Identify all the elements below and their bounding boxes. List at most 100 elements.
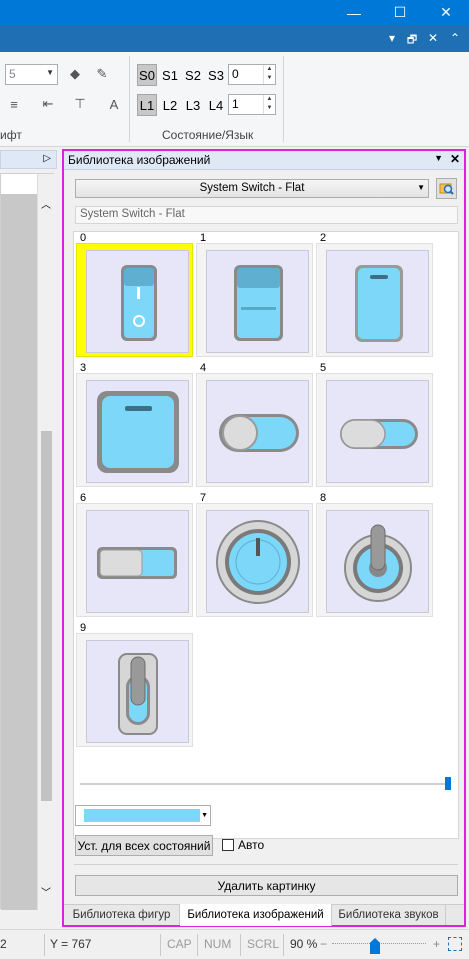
canvas-area: ▷ ︿ ﹀ xyxy=(0,148,57,928)
image-item-5[interactable]: 5 xyxy=(316,362,433,487)
num-lock-indicator: NUM xyxy=(204,937,232,951)
ribbon: 5 ▼ ◆ ✎ ≡ ⇤ ⊤ A ифт S0 S1 S2 S3 0 ▲ ▼ L1 … xyxy=(0,52,469,147)
minimize-button[interactable]: — xyxy=(331,0,377,25)
image-item-0[interactable]: 0 xyxy=(76,232,193,357)
restore-document-button[interactable]: 🗗 xyxy=(404,31,420,50)
lang-l1-button[interactable]: L1 xyxy=(137,94,157,116)
color-swatch xyxy=(84,809,200,822)
scroll-lock-indicator: SCRL xyxy=(247,937,280,951)
font-group-label: ифт xyxy=(0,128,22,142)
divider xyxy=(74,864,458,865)
image-set-name-field[interactable]: System Switch - Flat xyxy=(75,206,458,224)
zoom-slider-thumb[interactable] xyxy=(370,938,380,954)
image-set-value: System Switch - Flat xyxy=(199,182,305,194)
collapse-ribbon-button[interactable]: ⌃ xyxy=(447,31,463,45)
rocker-switch-dot-image xyxy=(86,250,189,353)
zoom-out-button[interactable]: − xyxy=(320,937,327,951)
lang-l2-button[interactable]: L2 xyxy=(160,94,180,116)
chevron-down-icon: ▼ xyxy=(417,183,425,192)
image-item-2[interactable]: 2 xyxy=(316,232,433,357)
lang-l3-button[interactable]: L3 xyxy=(183,94,203,116)
tab-sounds-library[interactable]: Библиотека звуков xyxy=(332,905,446,925)
panel-menu-icon[interactable]: ▼ xyxy=(434,153,443,163)
scroll-up-icon[interactable]: ︿ xyxy=(41,196,51,211)
fill-color-icon[interactable]: ◆ xyxy=(65,64,85,84)
image-item-9[interactable]: 9 xyxy=(76,622,193,747)
close-document-button[interactable]: ✕ xyxy=(425,31,441,45)
image-item-6[interactable]: 6 xyxy=(76,492,193,617)
browse-images-button[interactable] xyxy=(436,178,457,199)
vertical-scrollbar[interactable]: ︿ ﹀ xyxy=(37,174,54,910)
state-s1-button[interactable]: S1 xyxy=(160,64,180,86)
item-index: 2 xyxy=(320,232,327,244)
document-bar: ▾ 🗗 ✕ ⌃ xyxy=(0,25,469,52)
library-header: Библиотека изображений ▼ ✕ xyxy=(64,151,464,170)
zoom-level: 90 % xyxy=(290,937,318,951)
title-bar: — ☐ ✕ xyxy=(0,0,469,25)
rocker-switch-tall-image xyxy=(326,250,429,353)
image-item-4[interactable]: 4 xyxy=(196,362,313,487)
toggle-lever-rect-image xyxy=(86,640,189,743)
toggle-switch-off-image xyxy=(206,380,309,483)
zoom-in-button[interactable]: + xyxy=(433,937,440,951)
thumbnail-size-thumb[interactable] xyxy=(445,777,451,790)
folder-search-icon xyxy=(439,183,454,195)
tab-images-library[interactable]: Библиотека изображений xyxy=(180,904,332,926)
thumbnail-size-track[interactable] xyxy=(80,783,450,785)
caps-lock-indicator: CAP xyxy=(167,937,192,951)
font-size-value: 5 xyxy=(9,67,16,81)
image-item-8[interactable]: 8 xyxy=(316,492,433,617)
item-index: 3 xyxy=(80,362,87,374)
maximize-button[interactable]: ☐ xyxy=(377,0,423,25)
expand-right-icon[interactable]: ▷ xyxy=(43,153,51,164)
delete-image-button[interactable]: Удалить картинку xyxy=(75,875,458,896)
image-item-3[interactable]: 3 xyxy=(76,362,193,487)
indent-left-icon[interactable]: ⇤ xyxy=(38,94,58,114)
auto-checkbox[interactable] xyxy=(222,839,234,851)
lang-l4-button[interactable]: L4 xyxy=(206,94,226,116)
spin-arrows-icon[interactable]: ▲ ▼ xyxy=(263,95,275,114)
item-index: 4 xyxy=(200,362,207,374)
item-index: 0 xyxy=(80,232,87,244)
item-index: 5 xyxy=(320,362,327,374)
state-s0-button[interactable]: S0 xyxy=(137,64,157,86)
group-divider xyxy=(129,56,130,142)
fit-page-icon[interactable] xyxy=(448,937,462,951)
canvas-view[interactable]: ︿ ﹀ xyxy=(0,173,54,910)
align-justify-icon[interactable]: ≡ xyxy=(4,94,24,114)
spin-arrows-icon[interactable]: ▲ ▼ xyxy=(263,65,275,84)
set-all-states-button[interactable]: Уст. для всех состояний xyxy=(75,835,213,856)
state-s2-button[interactable]: S2 xyxy=(183,64,203,86)
tab-shapes-library[interactable]: Библиотека фигур xyxy=(64,905,180,925)
state-s3-button[interactable]: S3 xyxy=(206,64,226,86)
scroll-down-icon[interactable]: ﹀ xyxy=(41,884,51,899)
lang-spinner[interactable]: 1 ▲ ▼ xyxy=(228,94,276,115)
color-picker[interactable]: ▼ xyxy=(75,805,211,826)
align-top-icon[interactable]: ⊤ xyxy=(70,94,90,114)
panel-close-icon[interactable]: ✕ xyxy=(450,152,460,166)
item-index: 8 xyxy=(320,492,327,504)
item-index: 6 xyxy=(80,492,87,504)
library-title: Библиотека изображений xyxy=(68,153,211,167)
font-size-combo[interactable]: 5 ▼ xyxy=(5,64,58,85)
status-separator xyxy=(44,934,45,956)
status-separator xyxy=(160,934,161,956)
rotary-knob-image xyxy=(206,510,309,613)
format-painter-icon[interactable]: ✎ xyxy=(92,64,112,84)
x-readout: 2 xyxy=(0,937,7,951)
image-item-1[interactable]: 1 xyxy=(196,232,313,357)
image-thumbnails-grid[interactable]: 0 1 2 3 4 5 6 7 8 9 xyxy=(73,231,459,839)
canvas-header: ▷ xyxy=(0,150,57,169)
image-set-select[interactable]: System Switch - Flat ▼ xyxy=(75,179,429,198)
text-style-icon[interactable]: A xyxy=(104,94,124,114)
toggle-switch-small-image xyxy=(326,380,429,483)
scrollbar-thumb[interactable] xyxy=(41,431,52,801)
rocker-switch-line-image xyxy=(206,250,309,353)
item-index: 7 xyxy=(200,492,207,504)
state-spinner[interactable]: 0 ▲ ▼ xyxy=(228,64,276,85)
menu-dropdown-icon[interactable]: ▾ xyxy=(384,31,400,45)
close-window-button[interactable]: ✕ xyxy=(423,0,469,25)
image-item-7[interactable]: 7 xyxy=(196,492,313,617)
y-readout: Y = 767 xyxy=(50,937,92,951)
image-library-panel: Библиотека изображений ▼ ✕ System Switch… xyxy=(62,149,466,927)
